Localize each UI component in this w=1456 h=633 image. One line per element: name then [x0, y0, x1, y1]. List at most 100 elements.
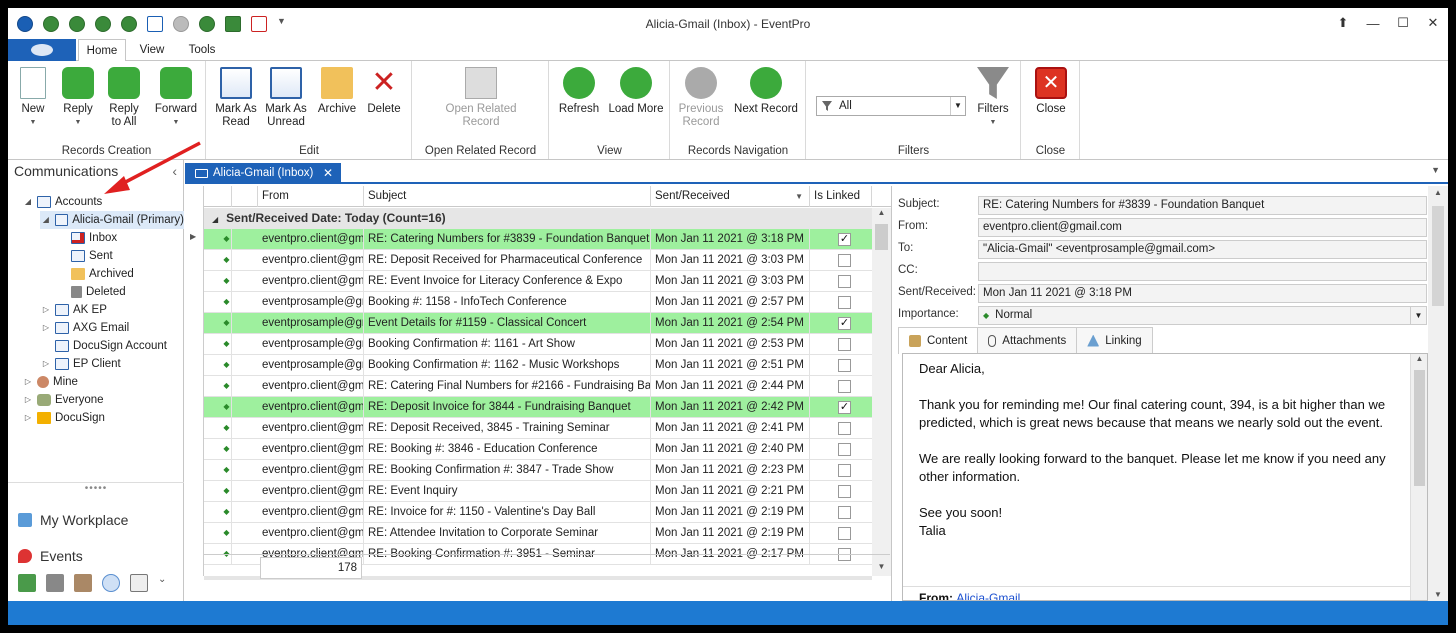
minimize-button[interactable]: — — [1358, 8, 1388, 38]
grid-scrollbar[interactable]: ▲ ▼ — [872, 208, 891, 576]
is-linked-checkbox[interactable] — [838, 359, 851, 372]
cc-field[interactable] — [978, 262, 1427, 281]
importance-select[interactable]: ◆ Normal ▼ — [978, 306, 1427, 325]
table-row[interactable]: ◆ eventpro.client@gmail.comRE: Catering N… — [204, 229, 872, 250]
reply-button[interactable]: Reply ▼ — [58, 65, 98, 129]
close-button[interactable]: ✕ Close — [1028, 65, 1074, 116]
table-row[interactable]: ◆ eventpro.client@gmail.comRE: Attendee I… — [204, 523, 872, 544]
table-row[interactable]: ◆ eventpro.client@gmail.comRE: Deposit Re… — [204, 418, 872, 439]
maximize-button[interactable]: ☐ — [1388, 8, 1418, 38]
is-linked-checkbox[interactable] — [838, 338, 851, 351]
restore-ribbon-icon[interactable]: ⬆ — [1328, 8, 1358, 38]
table-row[interactable]: ◆ eventprosample@gmail.comEvent Details f… — [204, 313, 872, 334]
group-row[interactable]: ◢ Sent/Received Date: Today (Count=16) — [204, 208, 872, 229]
quoted-from-link[interactable]: Alicia-Gmail — [956, 591, 1020, 600]
printer-module-icon[interactable] — [46, 574, 64, 592]
new-button[interactable]: New ▼ — [14, 65, 52, 129]
table-row[interactable]: ◆ eventpro.client@gmail.comRE: Catering F… — [204, 376, 872, 397]
scroll-up-icon[interactable]: ▲ — [1428, 188, 1448, 197]
table-row[interactable]: ◆ eventpro.client@gmail.comRE: Event Invo… — [204, 271, 872, 292]
archive-button[interactable]: Archive — [315, 65, 359, 116]
table-row[interactable]: ◆ eventpro.client@gmail.comRE: Deposit In… — [204, 397, 872, 418]
tree-node-everyone[interactable]: ▷ Everyone — [22, 391, 104, 409]
detail-scrollbar[interactable]: ▲ ▼ — [1428, 186, 1448, 601]
collapse-pane-icon[interactable]: ‹ — [172, 163, 177, 179]
quick-add-list-icon[interactable] — [225, 15, 241, 32]
tab-view[interactable]: View — [132, 39, 172, 61]
expand-icon[interactable]: ▷ — [40, 301, 52, 319]
collapse-icon[interactable]: ◢ — [22, 193, 34, 211]
tasks-module-icon[interactable] — [130, 574, 148, 592]
tab-attachments[interactable]: Attachments — [977, 327, 1078, 353]
open-related-record-button[interactable]: Open Related Record — [441, 65, 521, 129]
expand-icon[interactable]: ▷ — [40, 319, 52, 337]
column-header-from[interactable]: From — [258, 186, 364, 207]
next-record-button[interactable]: Next Record — [731, 65, 801, 116]
sent-received-field[interactable]: Mon Jan 11 2021 @ 3:18 PM — [978, 284, 1427, 303]
close-window-button[interactable]: ✕ — [1418, 8, 1448, 38]
is-linked-checkbox[interactable] — [838, 485, 851, 498]
table-row[interactable]: ◆ eventpro.client@gmail.comRE: Invoice fo… — [204, 502, 872, 523]
app-menu-button[interactable] — [8, 39, 76, 61]
is-linked-checkbox[interactable] — [838, 506, 851, 519]
is-linked-checkbox[interactable] — [838, 527, 851, 540]
is-linked-checkbox[interactable]: ✓ — [838, 401, 851, 414]
is-linked-checkbox[interactable] — [838, 254, 851, 267]
tree-node-axg-email[interactable]: ▷ AXG Email — [40, 319, 129, 337]
scroll-up-icon[interactable]: ▲ — [872, 208, 891, 222]
is-linked-checkbox[interactable] — [838, 296, 851, 309]
tree-node-mine[interactable]: ▷ Mine — [22, 373, 78, 391]
mark-as-unread-button[interactable]: Mark As Unread — [263, 65, 309, 129]
refresh-button[interactable]: Refresh — [554, 65, 604, 116]
table-row[interactable]: ◆ eventpro.client@gmail.comRE: Event Inqu… — [204, 481, 872, 502]
reply-all-button[interactable]: Reply to All — [104, 65, 144, 129]
forward-button[interactable]: Forward ▼ — [152, 65, 200, 129]
table-row[interactable]: ◆ eventprosample@gmail.comBooking Confirm… — [204, 355, 872, 376]
filter-select[interactable]: All ▼ — [816, 96, 966, 116]
tab-tools[interactable]: Tools — [180, 39, 224, 61]
expand-icon[interactable]: ▷ — [22, 391, 34, 409]
pane-splitter[interactable]: ••••• — [8, 482, 184, 494]
is-linked-checkbox[interactable] — [838, 380, 851, 393]
quick-remove-list-icon[interactable] — [251, 15, 267, 32]
tree-node-inbox[interactable]: Inbox — [68, 229, 117, 247]
column-header-subject[interactable]: Subject — [364, 186, 651, 207]
nav-my-workplace[interactable]: My Workplace — [18, 512, 128, 528]
chevron-down-icon[interactable]: ▼ — [950, 97, 965, 115]
is-linked-checkbox[interactable] — [838, 443, 851, 456]
body-scrollbar[interactable]: ▲ — [1410, 354, 1427, 600]
tab-linking[interactable]: Linking — [1076, 327, 1153, 353]
delete-button[interactable]: ✕ Delete — [363, 65, 405, 116]
column-header-is-linked[interactable]: Is Linked — [810, 186, 872, 207]
quick-clock-icon[interactable] — [43, 15, 59, 32]
column-header-sent-received[interactable]: Sent/Received ▼ — [651, 186, 810, 207]
grid-module-icon[interactable] — [18, 574, 36, 592]
collapse-icon[interactable]: ◢ — [40, 211, 52, 229]
quick-clock-icon[interactable] — [121, 15, 137, 32]
table-row[interactable]: ◆ eventprosample@gmail.comBooking #: 1158… — [204, 292, 872, 313]
table-row[interactable]: ◆ eventpro.client@gmail.comRE: Booking Co… — [204, 460, 872, 481]
quick-mail-icon[interactable] — [147, 15, 163, 32]
table-row[interactable]: ◆ eventprosample@gmail.comBooking Confirm… — [204, 334, 872, 355]
quick-up-icon[interactable] — [173, 15, 189, 32]
subject-field[interactable]: RE: Catering Numbers for #3839 - Foundat… — [978, 196, 1427, 215]
from-field[interactable]: eventpro.client@gmail.com — [978, 218, 1427, 237]
tree-node-archived[interactable]: Archived — [68, 265, 134, 283]
more-modules-icon[interactable]: ⌄ — [158, 574, 168, 592]
mark-as-read-button[interactable]: Mark As Read — [213, 65, 259, 129]
document-tab-inbox[interactable]: Alicia-Gmail (Inbox) ✕ — [185, 163, 341, 184]
tree-node-accounts[interactable]: ◢ Accounts — [22, 193, 102, 211]
contacts-module-icon[interactable] — [74, 574, 92, 592]
is-linked-checkbox[interactable] — [838, 422, 851, 435]
quick-clock-icon[interactable] — [95, 15, 111, 32]
load-more-button[interactable]: Load More — [606, 65, 666, 116]
expand-icon[interactable]: ▷ — [22, 373, 34, 391]
collapse-group-icon[interactable]: ◢ — [212, 215, 218, 224]
quick-clock-icon[interactable] — [69, 15, 85, 32]
tree-node-docusign-account[interactable]: DocuSign Account — [40, 337, 167, 355]
expand-icon[interactable]: ▷ — [22, 409, 34, 427]
tree-node-docusign[interactable]: ▷ DocuSign — [22, 409, 105, 427]
tab-home[interactable]: Home — [78, 39, 126, 62]
previous-record-button[interactable]: Previous Record — [675, 65, 727, 129]
table-row[interactable]: ◆ eventpro.client@gmail.comRE: Deposit Re… — [204, 250, 872, 271]
